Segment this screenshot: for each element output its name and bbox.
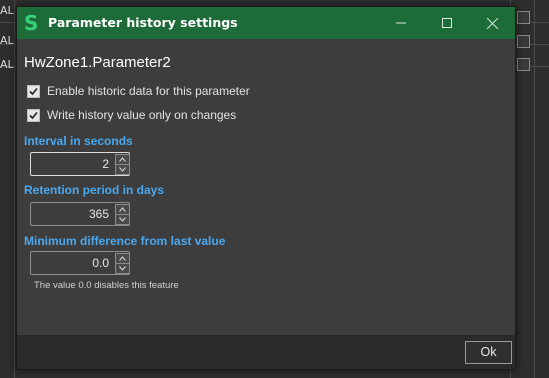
enable-historic-label: Enable historic data for this parameter — [47, 84, 250, 98]
min-diff-label: Minimum difference from last value — [24, 234, 226, 248]
decrement-button[interactable] — [115, 214, 130, 225]
chevron-up-icon — [119, 157, 126, 162]
retention-label: Retention period in days — [24, 183, 165, 197]
chevron-down-icon — [119, 217, 126, 222]
retention-spin-buttons — [115, 204, 130, 225]
dialog-content: HwZone1.Parameter2 Enable historic data … — [17, 39, 515, 335]
min-diff-spinbox[interactable]: 0.0 — [30, 251, 130, 275]
enable-historic-option[interactable]: Enable historic data for this parameter — [27, 82, 250, 100]
ok-button[interactable]: Ok — [465, 341, 512, 364]
title-bar[interactable]: S Parameter history settings — [17, 7, 515, 39]
chevron-down-icon — [119, 167, 126, 172]
dialog-footer: Ok — [17, 335, 515, 369]
maximize-icon — [442, 18, 452, 28]
parameter-history-dialog: S Parameter history settings HwZone1.Par… — [16, 6, 516, 370]
app-logo-icon: S — [24, 11, 39, 35]
chevron-up-icon — [119, 207, 126, 212]
enable-historic-checkbox[interactable] — [27, 84, 40, 98]
dialog-title: Parameter history settings — [48, 15, 238, 30]
write-on-change-checkbox[interactable] — [27, 108, 40, 122]
row-checkbox[interactable] — [517, 11, 530, 24]
interval-label: Interval in seconds — [24, 134, 133, 148]
checkmark-icon — [29, 111, 38, 119]
row-label: AL — [0, 4, 14, 17]
maximize-button[interactable] — [424, 7, 470, 39]
decrement-button[interactable] — [115, 263, 130, 274]
retention-value[interactable]: 365 — [89, 203, 109, 225]
close-button[interactable] — [469, 7, 515, 39]
parameter-heading: HwZone1.Parameter2 — [24, 54, 171, 71]
min-diff-value[interactable]: 0.0 — [92, 252, 109, 274]
checkmark-icon — [29, 87, 38, 95]
write-on-change-label: Write history value only on changes — [47, 108, 237, 122]
min-diff-hint: The value 0.0 disables this feature — [34, 280, 179, 291]
chevron-up-icon — [119, 256, 126, 261]
close-icon — [486, 17, 498, 29]
minimize-button[interactable] — [378, 7, 424, 39]
interval-spin-buttons — [115, 154, 130, 175]
decrement-button[interactable] — [115, 164, 130, 175]
write-on-change-option[interactable]: Write history value only on changes — [27, 106, 236, 124]
row-checkbox[interactable] — [517, 58, 530, 71]
retention-spinbox[interactable]: 365 — [30, 202, 130, 226]
min-diff-spin-buttons — [115, 253, 130, 274]
row-checkbox[interactable] — [517, 35, 530, 48]
interval-spinbox[interactable]: 2 — [30, 152, 130, 176]
minimize-icon — [396, 22, 406, 24]
chevron-down-icon — [119, 266, 126, 271]
interval-value[interactable]: 2 — [102, 153, 109, 175]
